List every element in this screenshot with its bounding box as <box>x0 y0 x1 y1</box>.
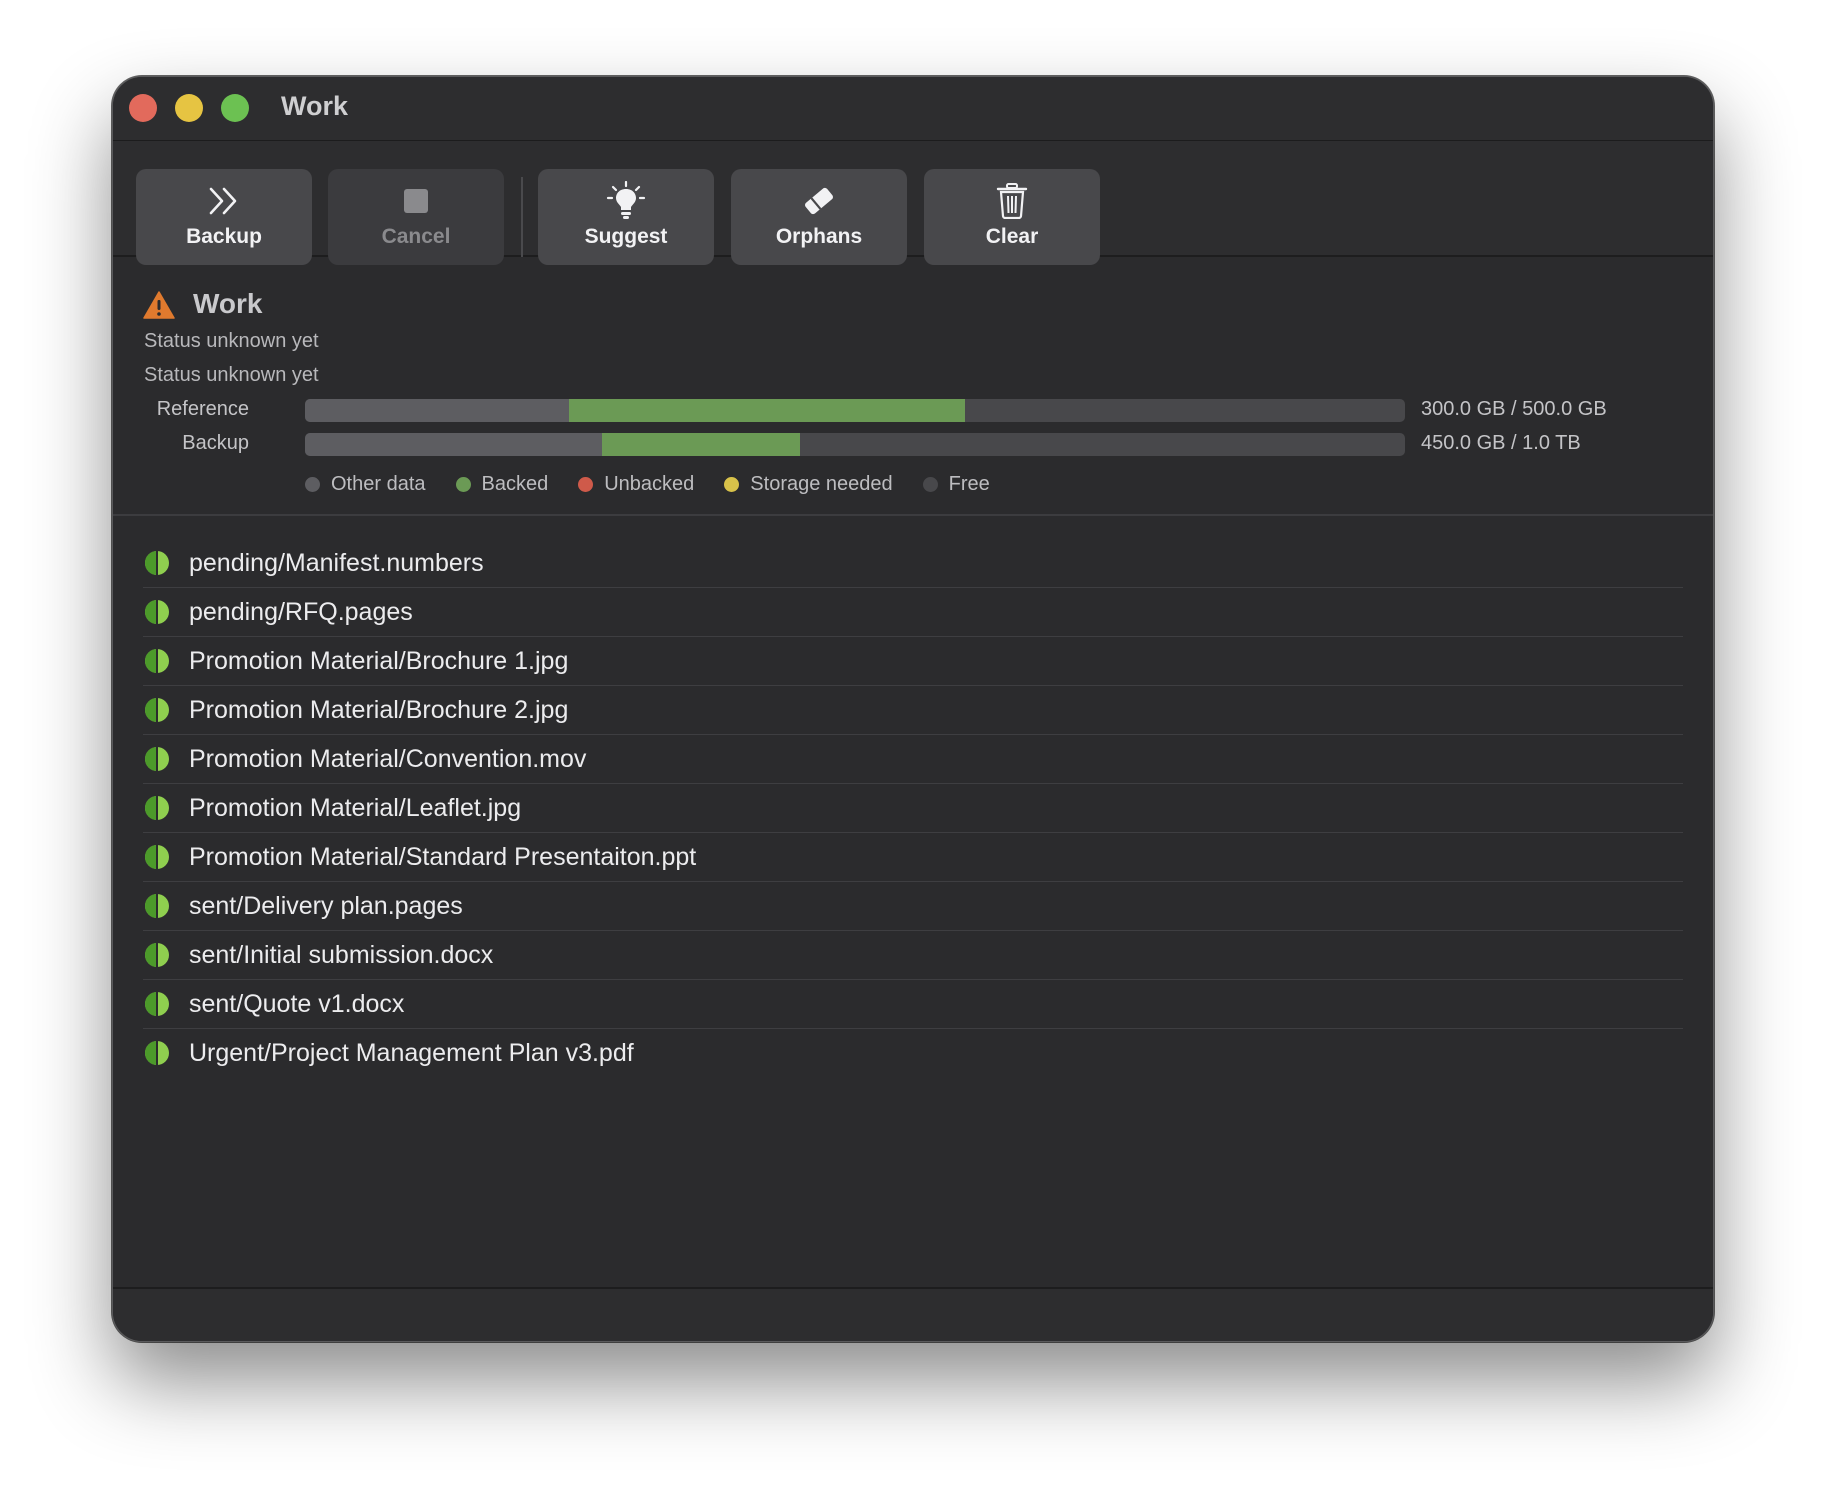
file-status-icon <box>143 892 171 920</box>
list-item[interactable]: Promotion Material/Brochure 2.jpg <box>143 686 1683 735</box>
orphans-button-label: Orphans <box>775 225 863 248</box>
file-name: sent/Delivery plan.pages <box>189 891 463 920</box>
eraser-icon <box>731 181 907 221</box>
backup-bar-label: Backup <box>182 432 249 454</box>
backup-button-label: Backup <box>186 225 262 248</box>
backup-usage-value: 450.0 GB / 1.0 TB <box>1421 432 1581 454</box>
reference-bar-label: Reference <box>156 398 249 420</box>
legend-item-unbacked: Unbacked <box>578 473 694 496</box>
file-status-icon <box>143 549 171 577</box>
cancel-button-label: Cancel <box>381 225 451 248</box>
file-name: pending/Manifest.numbers <box>189 548 484 577</box>
suggest-button-label: Suggest <box>584 225 668 248</box>
list-item[interactable]: pending/Manifest.numbers <box>143 539 1683 588</box>
reference-other-data-segment <box>305 399 569 422</box>
trash-icon <box>924 181 1100 221</box>
file-status-icon <box>143 941 171 969</box>
list-item[interactable]: Urgent/Project Management Plan v3.pdf <box>143 1029 1683 1077</box>
usage-legend: Other data Backed Unbacked Storage neede… <box>305 469 1020 499</box>
close-window-button[interactable] <box>129 94 157 122</box>
status-line-1: Status unknown yet <box>144 330 319 352</box>
list-item[interactable]: sent/Initial submission.docx <box>143 931 1683 980</box>
legend-label: Storage needed <box>750 472 893 495</box>
app-window: Work Backup Cancel Suggest Orphans Clear… <box>112 76 1714 1342</box>
file-status-icon <box>143 843 171 871</box>
chevrons-right-icon <box>136 181 312 221</box>
file-name: Promotion Material/Standard Presentaiton… <box>189 842 697 871</box>
file-name: pending/RFQ.pages <box>189 597 413 626</box>
legend-item-storage-needed: Storage needed <box>724 472 893 496</box>
file-list[interactable]: pending/Manifest.numbers pending/RFQ.pag… <box>143 539 1683 1077</box>
status-divider <box>113 514 1713 516</box>
legend-dot <box>922 476 938 492</box>
legend-label: Unbacked <box>604 472 695 495</box>
zoom-window-button[interactable] <box>221 94 249 122</box>
status-line-2: Status unknown yet <box>144 364 319 386</box>
legend-item-backed: Backed <box>455 472 549 496</box>
toolbar-separator <box>521 177 523 257</box>
orphans-button[interactable]: Orphans <box>731 169 907 265</box>
clear-button-label: Clear <box>985 225 1039 248</box>
file-status-icon <box>143 794 171 822</box>
warning-icon <box>143 291 175 324</box>
file-name: Promotion Material/Brochure 2.jpg <box>189 695 569 724</box>
file-status-icon <box>143 647 171 675</box>
list-item[interactable]: pending/RFQ.pages <box>143 588 1683 637</box>
file-status-icon <box>143 696 171 724</box>
list-item[interactable]: Promotion Material/Convention.mov <box>143 735 1683 784</box>
title-bar[interactable]: Work <box>113 77 1713 141</box>
list-item[interactable]: Promotion Material/Brochure 1.jpg <box>143 637 1683 686</box>
list-item[interactable]: Promotion Material/Standard Presentaiton… <box>143 833 1683 882</box>
backup-usage-bar <box>305 433 1405 456</box>
window-title: Work <box>281 91 349 121</box>
status-title: Work <box>193 288 263 319</box>
reference-usage-bar <box>305 399 1405 422</box>
file-name: sent/Quote v1.docx <box>189 989 405 1018</box>
legend-label: Free <box>948 472 990 495</box>
list-item[interactable]: Promotion Material/Leaflet.jpg <box>143 784 1683 833</box>
file-name: Promotion Material/Brochure 1.jpg <box>189 646 569 675</box>
file-status-icon <box>143 990 171 1018</box>
backup-backed-segment <box>602 433 800 456</box>
clear-button[interactable]: Clear <box>924 169 1100 265</box>
backup-button[interactable]: Backup <box>136 169 312 265</box>
legend-label: Other data <box>331 472 426 495</box>
legend-dot <box>578 476 594 492</box>
suggest-button[interactable]: Suggest <box>538 169 714 265</box>
cancel-button[interactable]: Cancel <box>328 169 504 265</box>
legend-dot <box>724 476 740 492</box>
legend-dot <box>305 476 320 492</box>
file-status-icon <box>143 1039 171 1067</box>
reference-usage-value: 300.0 GB / 500.0 GB <box>1421 398 1607 420</box>
file-status-icon <box>143 745 171 773</box>
legend-item-other-data: Other data <box>305 473 426 496</box>
file-name: sent/Initial submission.docx <box>189 940 494 969</box>
legend-dot <box>455 476 471 492</box>
file-name: Urgent/Project Management Plan v3.pdf <box>189 1038 634 1067</box>
window-footer <box>113 1287 1713 1341</box>
reference-backed-segment <box>569 399 965 422</box>
file-status-icon <box>143 598 171 626</box>
lightbulb-icon <box>538 181 714 221</box>
minimize-window-button[interactable] <box>175 94 203 122</box>
backup-other-data-segment <box>305 433 602 456</box>
file-name: Promotion Material/Convention.mov <box>189 744 587 773</box>
file-name: Promotion Material/Leaflet.jpg <box>189 793 522 822</box>
list-item[interactable]: sent/Delivery plan.pages <box>143 882 1683 931</box>
list-item[interactable]: sent/Quote v1.docx <box>143 980 1683 1029</box>
stop-icon <box>328 181 504 221</box>
legend-label: Backed <box>481 472 549 495</box>
legend-item-free: Free <box>922 472 990 496</box>
